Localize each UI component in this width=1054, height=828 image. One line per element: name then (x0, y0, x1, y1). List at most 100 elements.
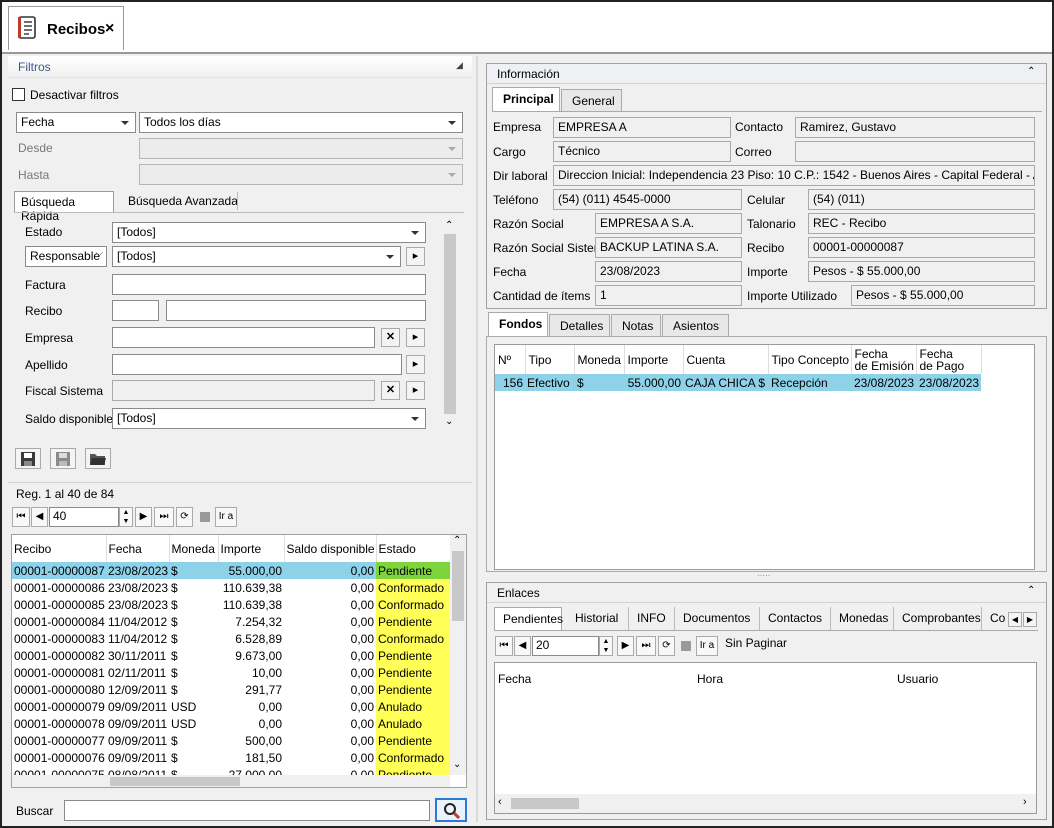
refresh-icon[interactable]: ⟳ (658, 636, 675, 656)
filters-scrollbar[interactable]: ⌃ ⌄ (442, 220, 458, 432)
scroll-up-icon[interactable]: ⌃ (445, 220, 453, 231)
grid-hscroll-thumb[interactable] (110, 777, 240, 786)
col-header[interactable]: Moneda (169, 535, 219, 562)
scroll-down-icon[interactable]: ⌄ (445, 416, 453, 427)
goto-button[interactable]: Ir a (215, 507, 237, 527)
pane-splitter[interactable] (476, 56, 478, 822)
col-header-emision[interactable]: Fecha de Emisión (851, 345, 917, 374)
empresa-clear-icon[interactable]: ✕ (381, 328, 400, 347)
search-button[interactable] (435, 798, 467, 822)
apellido-input[interactable] (112, 354, 402, 375)
date-field-select[interactable]: Fecha (16, 112, 136, 133)
next-page-button[interactable]: ▶ (135, 507, 152, 527)
refresh-icon[interactable]: ⟳ (176, 507, 193, 527)
enlaces-hscroll-thumb[interactable] (511, 798, 579, 809)
tab-principal[interactable]: Principal (492, 87, 560, 111)
save-as-filter-button[interactable] (50, 448, 76, 469)
first-page-button[interactable]: ⏮ (495, 636, 513, 656)
date-range-select[interactable]: Todos los días (139, 112, 463, 133)
tabs-scroll-left-icon[interactable]: ◀ (1008, 612, 1022, 627)
stop-icon[interactable] (681, 641, 691, 651)
collapse-icon[interactable]: ⌃ (1027, 66, 1035, 77)
table-row[interactable]: 00001-00000076 09/09/2011 $181,50 0,00 Confo… (12, 749, 450, 766)
tab-notas[interactable]: Notas (611, 314, 661, 336)
tab-asientos[interactable]: Asientos (662, 314, 729, 336)
tab-historial[interactable]: Historial (567, 607, 629, 631)
page-size-spinner[interactable]: ▲ ▼ (119, 507, 133, 527)
col-header[interactable]: Moneda (574, 345, 625, 374)
fiscal-clear-icon[interactable]: ✕ (381, 381, 400, 400)
to-date-input[interactable] (139, 164, 463, 185)
responsable-select[interactable]: [Todos] (112, 246, 401, 267)
table-row[interactable]: 00001-00000087 23/08/2023 $55.000,00 0,00 Pe… (12, 562, 450, 579)
grid-vscroll-thumb[interactable] (452, 551, 464, 621)
table-row[interactable]: 00001-00000083 11/04/2012 $6.528,89 0,00 Con… (12, 630, 450, 647)
col-header[interactable]: Recibo (12, 535, 107, 562)
page-size-input[interactable]: 40 (49, 507, 119, 527)
tab-advanced-search[interactable]: Búsqueda Avanzada (128, 194, 238, 208)
tabs-scroll-right-icon[interactable]: ▶ (1023, 612, 1037, 627)
search-input[interactable] (64, 800, 430, 821)
table-row[interactable]: 00001-00000078 09/09/2011 USD 0,00 0,00 Anula… (12, 715, 450, 732)
scroll-up-icon[interactable]: ⌃ (453, 535, 461, 546)
scroll-down-icon[interactable]: ⌄ (453, 759, 461, 770)
grid-hscrollbar[interactable] (12, 775, 450, 787)
disable-filters-checkbox[interactable] (12, 88, 25, 101)
tab-fondos[interactable]: Fondos (488, 312, 548, 336)
last-page-button[interactable]: ⏭ (154, 507, 174, 527)
tab-documentos[interactable]: Documentos (675, 607, 760, 631)
tab-general[interactable]: General (561, 89, 622, 111)
page-size-input[interactable]: 20 (532, 636, 599, 656)
table-row[interactable]: 00001-00000085 23/08/2023 $110.639,38 0,00 C… (12, 596, 450, 613)
col-header-pago[interactable]: Fecha de Pago (916, 345, 982, 374)
next-page-button[interactable]: ▶ (617, 636, 634, 656)
recibo-number-input[interactable] (166, 300, 426, 321)
goto-button[interactable]: Ir a (696, 636, 718, 656)
grid-vscrollbar[interactable]: ⌃ ⌄ (450, 535, 466, 775)
enlaces-hscrollbar[interactable]: ‹ › (495, 794, 1036, 813)
close-icon[interactable]: × (105, 20, 114, 38)
col-header[interactable]: Importe (624, 345, 684, 374)
col-header[interactable]: Cuenta (683, 345, 769, 374)
col-header[interactable]: Usuario (897, 672, 938, 686)
fiscal-arrow-button[interactable]: ▸ (406, 381, 425, 400)
table-row[interactable]: 00001-00000082 30/11/2011 $9.673,00 0,00 Pen… (12, 647, 450, 664)
col-header[interactable]: Hora (697, 672, 723, 686)
col-header[interactable]: Importe (218, 535, 285, 562)
tab-pendientes[interactable]: Pendientes (494, 607, 563, 631)
scroll-right-icon[interactable]: › (1023, 796, 1027, 808)
scroll-left-icon[interactable]: ‹ (498, 796, 502, 808)
from-date-input[interactable] (139, 138, 463, 159)
prev-page-button[interactable]: ◀ (514, 636, 531, 656)
tab-detalles[interactable]: Detalles (549, 314, 610, 336)
stop-icon[interactable] (200, 512, 210, 522)
recibo-prefix-input[interactable] (112, 300, 159, 321)
tab-quick-search[interactable]: Búsqueda Rápida (14, 191, 114, 223)
col-header[interactable]: Tipo Concepto (768, 345, 852, 374)
col-header[interactable]: Estado (376, 535, 451, 562)
estado-select[interactable]: [Todos] (112, 222, 426, 243)
table-row[interactable]: 00001-00000086 23/08/2023 $110.639,38 0,00 C… (12, 579, 450, 596)
scroll-thumb[interactable] (444, 234, 456, 414)
tab-comprobantes[interactable]: Comprobantes (894, 607, 982, 631)
col-header[interactable]: Nº (495, 345, 526, 374)
collapse-icon[interactable]: ◢ (456, 60, 463, 71)
responsable-arrow-button[interactable]: ▸ (406, 247, 425, 266)
responsable-field-select[interactable]: Responsable ⌵ (25, 246, 107, 267)
splitter-grip[interactable]: ····· (757, 571, 770, 580)
fiscal-input[interactable] (112, 380, 375, 401)
fondos-row[interactable]: 156 Efectivo $ 55.000,00 CAJA CHICA $ Re… (495, 374, 981, 391)
table-row[interactable]: 00001-00000084 11/04/2012 $7.254,32 0,00 Pen… (12, 613, 450, 630)
apellido-arrow-button[interactable]: ▸ (406, 355, 425, 374)
empresa-arrow-button[interactable]: ▸ (406, 328, 425, 347)
tab-recibos[interactable]: Recibos × (8, 6, 124, 50)
table-row[interactable]: 00001-00000080 12/09/2011 $291,77 0,00 Pendi… (12, 681, 450, 698)
page-size-spinner[interactable]: ▲ ▼ (599, 636, 613, 656)
tab-monedas[interactable]: Monedas (831, 607, 894, 631)
collapse-icon[interactable]: ⌃ (1027, 585, 1035, 596)
save-filter-button[interactable] (15, 448, 41, 469)
empresa-input[interactable] (112, 327, 375, 348)
first-page-button[interactable]: ⏮ (12, 507, 30, 527)
table-row[interactable]: 00001-00000081 02/11/2011 $10,00 0,00 Pendie… (12, 664, 450, 681)
open-filter-button[interactable] (85, 448, 111, 469)
